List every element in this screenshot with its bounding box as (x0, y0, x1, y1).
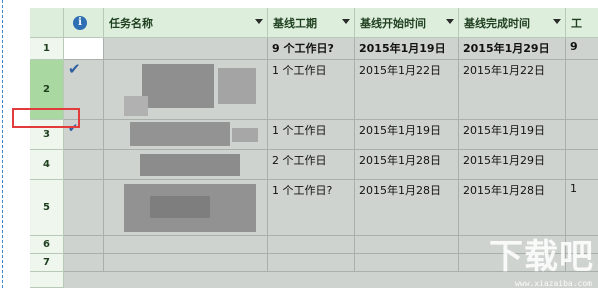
column-header-label: 任务名称 (109, 16, 153, 30)
row-header[interactable] (30, 272, 64, 288)
baseline-duration-cell[interactable] (268, 236, 355, 254)
indicator-cell[interactable] (64, 236, 104, 254)
check-icon: ✔ (68, 60, 81, 78)
baseline-duration-cell[interactable]: 1 个工作日 (268, 60, 355, 120)
info-icon: i (73, 15, 87, 30)
baseline-finish-cell[interactable]: 2015年1月29日 (459, 150, 566, 180)
baseline-duration-cell[interactable]: 9 个工作日? (268, 38, 355, 60)
column-header-label: 工 (571, 16, 582, 30)
baseline-start-cell[interactable] (355, 254, 459, 272)
watermark-url: www.xiazaiba.com (514, 279, 592, 288)
work-cell[interactable] (566, 120, 598, 150)
watermark-logo: 下载吧 (489, 237, 594, 277)
baseline-duration-cell[interactable]: 1 个工作日? (268, 180, 355, 236)
indicator-cell[interactable] (64, 254, 104, 272)
column-header-baseline-start[interactable]: 基线开始时间 (355, 8, 459, 38)
baseline-start-cell[interactable]: 2015年1月19日 (355, 120, 459, 150)
row-number: 5 (43, 202, 50, 213)
task-name-cell[interactable] (104, 38, 268, 60)
indicator-cell[interactable] (64, 150, 104, 180)
work-cell[interactable]: 9 (566, 38, 598, 60)
column-header-label: 基线完成时间 (464, 16, 530, 30)
baseline-start-cell[interactable]: 2015年1月28日 (355, 150, 459, 180)
blurred-task-name (232, 128, 258, 142)
work-cell[interactable] (566, 60, 598, 120)
column-header-work[interactable]: 工 (566, 8, 598, 38)
chevron-down-icon[interactable] (446, 19, 454, 24)
baseline-duration-cell[interactable]: 2 个工作日 (268, 150, 355, 180)
task-name-cell[interactable] (104, 236, 268, 254)
baseline-duration-cell[interactable] (268, 254, 355, 272)
task-name-cell[interactable] (104, 254, 268, 272)
dashed-guide (2, 0, 3, 288)
column-header-baseline-duration[interactable]: 基线工期 (268, 8, 355, 38)
row-number-header (30, 8, 64, 38)
blurred-task-name (130, 122, 230, 146)
blurred-task-name (124, 96, 148, 116)
baseline-finish-cell[interactable]: 2015年1月19日 (459, 120, 566, 150)
column-header-baseline-finish[interactable]: 基线完成时间 (459, 8, 566, 38)
row-number: 6 (43, 239, 50, 250)
indicator-column-header[interactable]: i (64, 8, 104, 38)
blurred-task-name (140, 154, 240, 176)
row-number: 4 (43, 159, 50, 170)
row-number: 1 (43, 43, 50, 54)
row-header[interactable]: 6 (30, 236, 64, 254)
column-header-label: 基线工期 (273, 16, 317, 30)
row-header[interactable]: 7 (30, 254, 64, 272)
baseline-start-cell[interactable]: 2015年1月22日 (355, 60, 459, 120)
baseline-duration-cell[interactable]: 1 个工作日 (268, 120, 355, 150)
row-header[interactable]: 5 (30, 180, 64, 236)
baseline-start-cell[interactable]: 2015年1月19日 (355, 38, 459, 60)
baseline-start-cell[interactable] (355, 236, 459, 254)
work-cell[interactable]: 1 (566, 180, 598, 236)
highlight-box (12, 108, 80, 128)
chevron-down-icon[interactable] (342, 19, 350, 24)
indicator-cell[interactable] (64, 38, 104, 60)
column-header-label: 基线开始时间 (360, 16, 426, 30)
work-cell[interactable] (566, 150, 598, 180)
chevron-down-icon[interactable] (255, 19, 263, 24)
baseline-start-cell[interactable]: 2015年1月28日 (355, 180, 459, 236)
row-number: 2 (43, 84, 50, 95)
project-gantt-table: i 任务名称 基线工期 基线开始时间 基线完成时间 工 1 2 3 4 5 6 … (0, 0, 598, 288)
indicator-cell[interactable] (64, 180, 104, 236)
row-header[interactable]: 4 (30, 150, 64, 180)
row-header[interactable]: 1 (30, 38, 64, 60)
chevron-down-icon[interactable] (553, 19, 561, 24)
baseline-finish-cell[interactable]: 2015年1月29日 (459, 38, 566, 60)
blurred-task-name (218, 68, 256, 104)
column-header-task-name[interactable]: 任务名称 (104, 8, 268, 38)
blurred-task-name (150, 196, 210, 218)
baseline-finish-cell[interactable]: 2015年1月28日 (459, 180, 566, 236)
blurred-task-name (142, 64, 214, 108)
baseline-finish-cell[interactable]: 2015年1月22日 (459, 60, 566, 120)
row-number: 7 (43, 257, 50, 268)
left-gutter (0, 0, 30, 288)
row-number: 3 (43, 129, 50, 140)
